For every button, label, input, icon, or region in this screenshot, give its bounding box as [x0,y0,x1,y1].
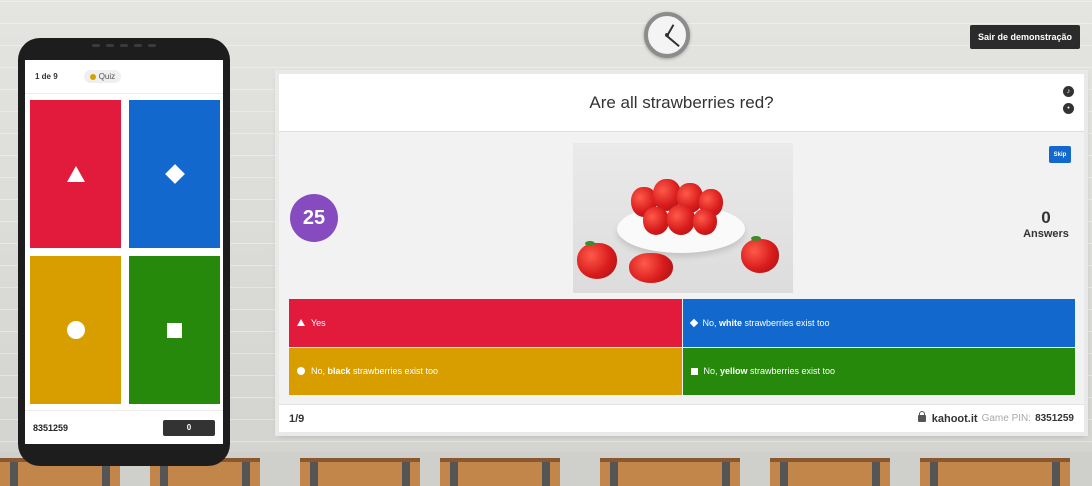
phone-screen: 1 de 9 Quiz 8351259 0 [25,60,223,444]
lock-icon [917,411,926,422]
quiz-icon [89,73,96,80]
square-icon [690,367,698,375]
phone-status-bar [18,44,230,54]
question-progress: 1/9 [289,412,305,425]
kahoot-url: kahoot.it [931,412,978,425]
answer-option-text: Yes [311,317,326,328]
settings-icon[interactable]: • [1063,103,1074,114]
answer-options: Yes No, white strawberries exist too No,… [289,299,1075,395]
circle-icon [66,321,85,339]
phone-chip-label: Quiz [98,72,116,81]
answer-option-text: No, yellow strawberries exist too [703,366,836,377]
phone-footer: 8351259 0 [25,410,223,444]
phone-answer-circle-button[interactable] [30,256,121,404]
header-controls: ♪ • [1063,86,1074,114]
circle-icon [297,367,305,376]
answer-option-triangle: Yes [289,299,682,347]
question-image [573,143,793,293]
wall-clock [644,12,690,58]
phone-answer-square-button[interactable] [129,256,220,404]
answer-option-text: No, black strawberries exist too [311,366,439,377]
triangle-icon [66,166,85,182]
question-title: Are all strawberries red? [589,92,774,112]
phone-answer-grid [30,100,220,404]
game-pin-value: 8351259 [1035,413,1074,424]
answer-option-text: No, white strawberries exist too [702,317,830,328]
answer-option-square: No, yellow strawberries exist too [682,347,1075,395]
diamond-icon [164,164,185,184]
volume-icon[interactable]: ♪ [1063,86,1074,97]
phone-answer-diamond-button[interactable] [129,100,220,248]
game-pin-area: kahoot.it Game PIN: 8351259 [917,411,1074,425]
phone-question-counter: 1 de 9 [35,72,58,81]
exit-demo-button[interactable]: Sair de demonstração [969,25,1080,49]
diamond-icon [689,318,698,327]
answers-count-value: 0 [1041,208,1051,227]
question-header: Are all strawberries red? ♪ • [279,74,1084,132]
phone-game-pin: 8351259 [33,422,69,433]
phone-answer-triangle-button[interactable] [30,100,121,248]
square-icon [167,322,182,338]
answers-count-label: Answers [1023,228,1069,240]
countdown-timer: 25 [290,194,338,242]
game-screen: Are all strawberries red? ♪ • 25 Skip 0 … [279,74,1084,432]
answer-option-diamond: No, white strawberries exist too [682,299,1075,347]
phone-score-badge: 0 [163,419,215,436]
phone-header: 1 de 9 Quiz [25,60,223,94]
triangle-icon [297,319,305,327]
player-phone: 1 de 9 Quiz 8351259 0 [18,38,230,466]
answer-option-circle: No, black strawberries exist too [289,347,682,395]
phone-quiz-chip: Quiz [83,70,122,83]
game-footer: 1/9 kahoot.it Game PIN: 8351259 [279,404,1084,432]
skip-button[interactable]: Skip [1049,146,1071,163]
game-pin-label: Game PIN: [981,413,1032,424]
answers-counter: 0 Answers [1016,208,1076,240]
